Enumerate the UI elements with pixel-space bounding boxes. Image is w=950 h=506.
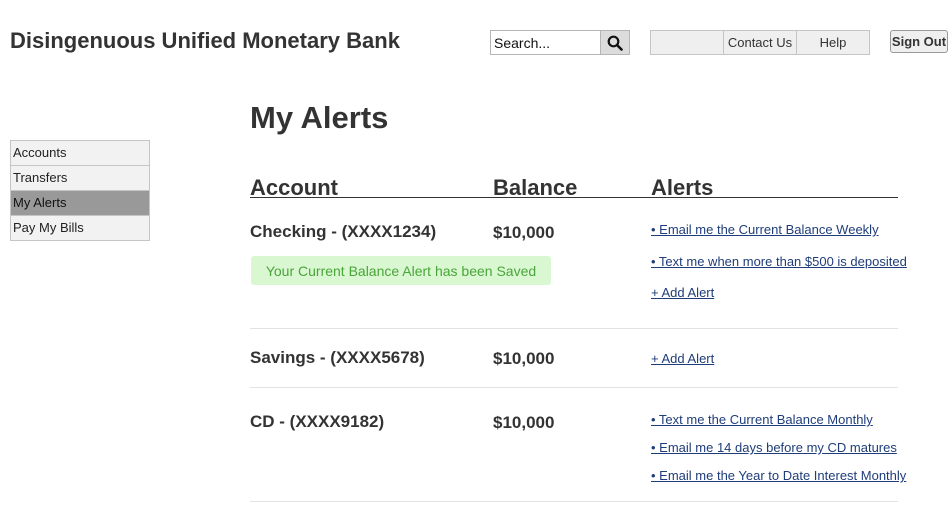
sign-out-button[interactable]: Sign Out [890,30,948,53]
alert-link[interactable]: • Email me 14 days before my CD matures [651,440,897,455]
account-balance: $10,000 [493,223,555,242]
page-title: My Alerts [250,100,389,135]
account-name: Savings - (XXXX5678) [250,348,425,367]
search-input[interactable] [491,31,602,54]
header-divider [250,197,898,198]
account-name: Checking - (XXXX1234) [250,222,437,241]
alert-link[interactable]: • Email me the Year to Date Interest Mon… [651,468,906,483]
contact-us-link[interactable]: Contact Us [724,31,797,54]
account-name: CD - (XXXX9182) [250,412,385,431]
search-button[interactable] [600,31,629,54]
top-nav: Contact Us Help [650,30,870,55]
row-divider [250,328,898,329]
sidebar-item-my-alerts[interactable]: My Alerts [11,191,149,216]
alert-link[interactable]: • Text me when more than $500 is deposit… [651,254,907,269]
sidebar-nav: Accounts Transfers My Alerts Pay My Bill… [10,140,150,241]
success-message: Your Current Balance Alert has been Save… [251,256,551,285]
account-balance: $10,000 [493,413,555,432]
add-alert-link[interactable]: + Add Alert [651,351,714,366]
search-box [490,30,630,55]
add-alert-link[interactable]: + Add Alert [651,285,714,300]
bank-title: Disingenuous Unified Monetary Bank [10,28,400,53]
account-balance: $10,000 [493,349,555,368]
row-divider [250,501,898,502]
sidebar-item-accounts[interactable]: Accounts [11,141,149,166]
sidebar-item-transfers[interactable]: Transfers [11,166,149,191]
sidebar-item-pay-my-bills[interactable]: Pay My Bills [11,216,149,241]
top-nav-blank-item[interactable] [651,31,724,54]
alert-link[interactable]: • Email me the Current Balance Weekly [651,222,879,237]
alert-link[interactable]: • Text me the Current Balance Monthly [651,412,873,427]
search-icon [607,35,623,51]
row-divider [250,387,898,388]
help-link[interactable]: Help [797,31,869,54]
